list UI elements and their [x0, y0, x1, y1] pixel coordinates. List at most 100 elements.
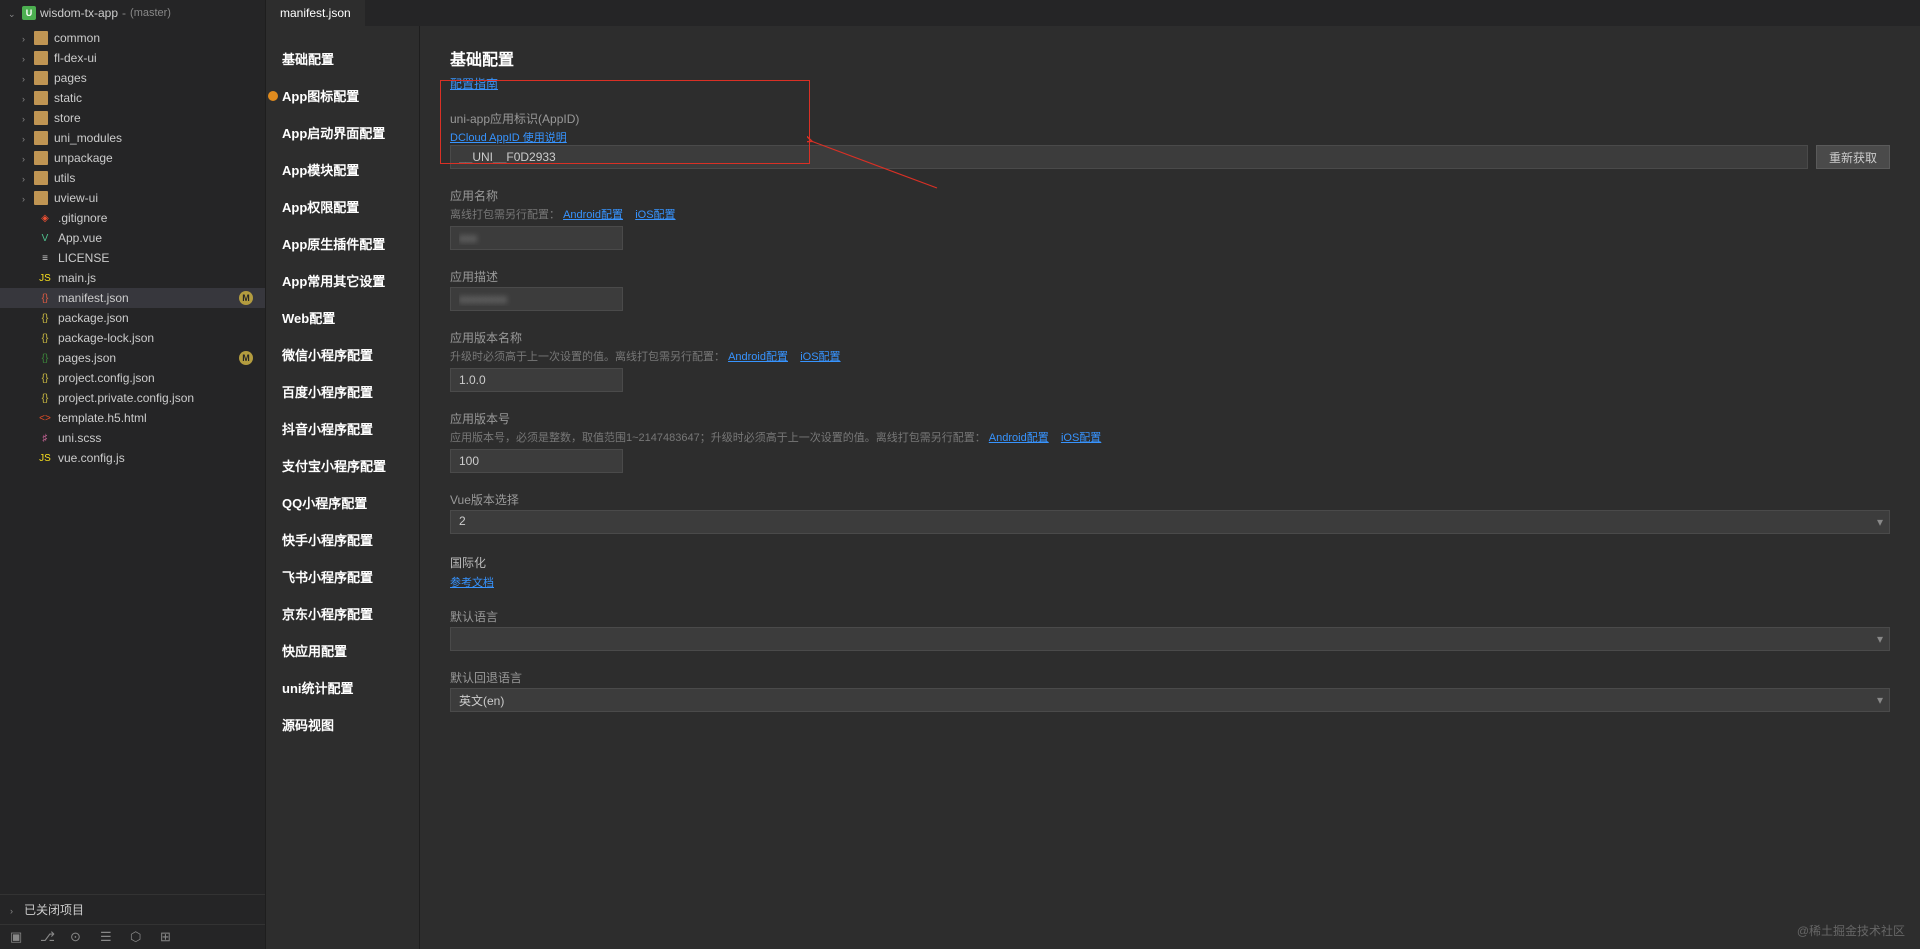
debug-icon[interactable]: ☰: [100, 929, 116, 945]
tab-manifest[interactable]: manifest.json: [266, 0, 365, 26]
file-item[interactable]: {}package.json: [0, 308, 265, 328]
nav-item[interactable]: 快手小程序配置: [266, 521, 419, 558]
folder-item[interactable]: ›unpackage: [0, 148, 265, 168]
appid-label: uni-app应用标识(AppID): [450, 110, 1890, 127]
file-item[interactable]: {}project.private.config.json: [0, 388, 265, 408]
extensions-icon[interactable]: ⊞: [160, 929, 176, 945]
folder-icon: [34, 51, 48, 65]
modified-badge: M: [239, 291, 253, 305]
nav-item[interactable]: 飞书小程序配置: [266, 558, 419, 595]
nav-item[interactable]: 支付宝小程序配置: [266, 447, 419, 484]
file-item[interactable]: ≡LICENSE: [0, 248, 265, 268]
git-icon[interactable]: ⎇: [40, 929, 56, 945]
nav-item[interactable]: App常用其它设置: [266, 262, 419, 299]
project-branch: (master): [130, 7, 171, 19]
run-icon[interactable]: ⬡: [130, 929, 146, 945]
closed-projects[interactable]: › 已关闭项目: [0, 894, 265, 924]
file-explorer: ⌄ U wisdom-tx-app - (master) ›common›fl-…: [0, 0, 266, 949]
guide-link[interactable]: 配置指南: [450, 77, 498, 91]
folder-item[interactable]: ›fl-dex-ui: [0, 48, 265, 68]
folder-item[interactable]: ›pages: [0, 68, 265, 88]
project-header[interactable]: ⌄ U wisdom-tx-app - (master): [0, 0, 265, 26]
nav-item[interactable]: 快应用配置: [266, 632, 419, 669]
chevron-right-icon: ›: [22, 74, 30, 82]
file-icon: JS: [38, 271, 52, 285]
file-item[interactable]: VApp.vue: [0, 228, 265, 248]
nav-item[interactable]: 京东小程序配置: [266, 595, 419, 632]
folder-icon: [34, 31, 48, 45]
nav-item[interactable]: App权限配置: [266, 188, 419, 225]
chevron-right-icon: ›: [22, 94, 30, 102]
file-icon: {}: [38, 371, 52, 385]
chevron-down-icon: ⌄: [8, 9, 18, 17]
appid-help-link[interactable]: DCloud AppID 使用说明: [450, 132, 567, 144]
file-item[interactable]: ♯uni.scss: [0, 428, 265, 448]
folder-item[interactable]: ›static: [0, 88, 265, 108]
nav-item[interactable]: QQ小程序配置: [266, 484, 419, 521]
fallback-select[interactable]: 英文(en): [450, 688, 1890, 712]
file-item[interactable]: {}project.config.json: [0, 368, 265, 388]
file-item[interactable]: JSmain.js: [0, 268, 265, 288]
appname-input[interactable]: [450, 226, 623, 250]
folder-item[interactable]: ›utils: [0, 168, 265, 188]
ios-config-link-2[interactable]: iOS配置: [800, 351, 840, 363]
ios-config-link[interactable]: iOS配置: [635, 209, 675, 221]
file-item[interactable]: {}manifest.jsonM: [0, 288, 265, 308]
folder-icon: [34, 71, 48, 85]
file-icon: ◈: [38, 211, 52, 225]
page-title: 基础配置: [450, 46, 1890, 70]
ios-config-link-3[interactable]: iOS配置: [1061, 432, 1101, 444]
chevron-right-icon: ›: [22, 174, 30, 182]
project-icon: U: [22, 6, 36, 20]
terminal-icon[interactable]: ▣: [10, 929, 26, 945]
folder-item[interactable]: ›store: [0, 108, 265, 128]
android-config-link-2[interactable]: Android配置: [728, 351, 788, 363]
nav-item[interactable]: App图标配置: [266, 77, 419, 114]
nav-item[interactable]: 百度小程序配置: [266, 373, 419, 410]
nav-item[interactable]: 基础配置: [266, 40, 419, 77]
folder-item[interactable]: ›common: [0, 28, 265, 48]
file-item[interactable]: ◈.gitignore: [0, 208, 265, 228]
nav-item[interactable]: App原生插件配置: [266, 225, 419, 262]
deflang-select[interactable]: [450, 627, 1890, 651]
folder-item[interactable]: ›uni_modules: [0, 128, 265, 148]
nav-item[interactable]: 源码视图: [266, 706, 419, 743]
i18n-ref-link[interactable]: 参考文档: [450, 577, 494, 589]
file-icon: ♯: [38, 431, 52, 445]
chevron-right-icon: ›: [22, 54, 30, 62]
file-item[interactable]: {}package-lock.json: [0, 328, 265, 348]
file-icon: ≡: [38, 251, 52, 265]
vername-input[interactable]: [450, 368, 623, 392]
file-item[interactable]: <>template.h5.html: [0, 408, 265, 428]
config-nav: 基础配置App图标配置App启动界面配置App模块配置App权限配置App原生插…: [266, 26, 420, 949]
file-icon: {}: [38, 351, 52, 365]
android-config-link[interactable]: Android配置: [563, 209, 623, 221]
folder-icon: [34, 91, 48, 105]
file-item[interactable]: JSvue.config.js: [0, 448, 265, 468]
file-tree: ›common›fl-dex-ui›pages›static›store›uni…: [0, 26, 265, 894]
nav-item[interactable]: Web配置: [266, 299, 419, 336]
tab-bar: manifest.json: [266, 0, 1920, 26]
appid-input[interactable]: [450, 145, 1808, 169]
file-icon: {}: [38, 331, 52, 345]
folder-icon: [34, 131, 48, 145]
nav-item[interactable]: 微信小程序配置: [266, 336, 419, 373]
fallback-label: 默认回退语言: [450, 669, 1890, 686]
vercode-label: 应用版本号: [450, 410, 1890, 427]
file-icon: <>: [38, 411, 52, 425]
folder-icon: [34, 171, 48, 185]
i18n-title: 国际化: [450, 554, 1890, 571]
folder-item[interactable]: ›uview-ui: [0, 188, 265, 208]
nav-item[interactable]: uni统计配置: [266, 669, 419, 706]
appdesc-input[interactable]: [450, 287, 623, 311]
vuever-select[interactable]: 2: [450, 510, 1890, 534]
search-icon[interactable]: ⊙: [70, 929, 86, 945]
nav-item[interactable]: App启动界面配置: [266, 114, 419, 151]
nav-item[interactable]: App模块配置: [266, 151, 419, 188]
file-item[interactable]: {}pages.jsonM: [0, 348, 265, 368]
file-icon: JS: [38, 451, 52, 465]
refetch-button[interactable]: 重新获取: [1816, 145, 1890, 169]
vercode-input[interactable]: [450, 449, 623, 473]
android-config-link-3[interactable]: Android配置: [989, 432, 1049, 444]
nav-item[interactable]: 抖音小程序配置: [266, 410, 419, 447]
